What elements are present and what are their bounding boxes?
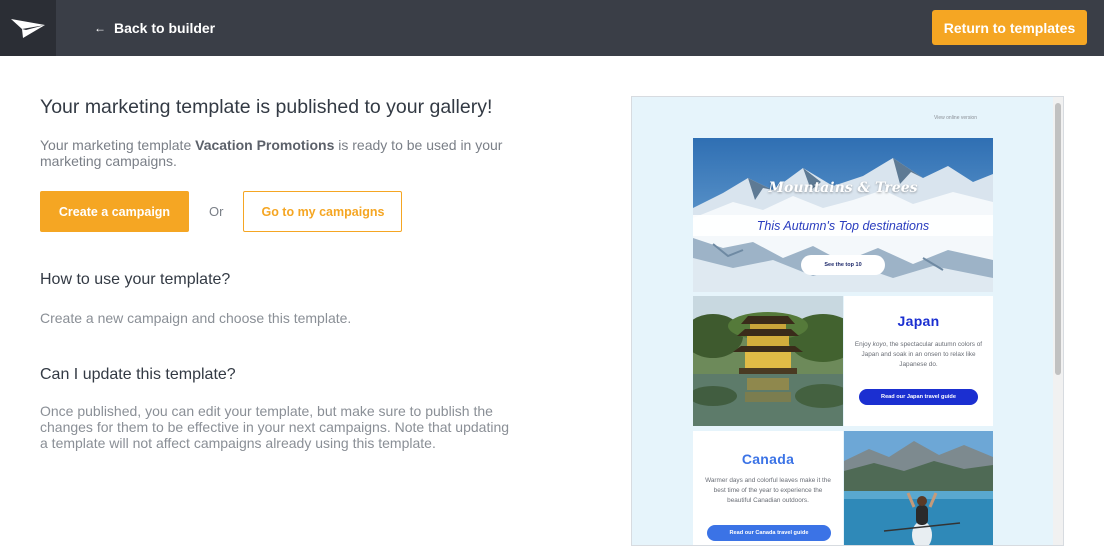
top-bar: ← Back to builder Return to templates [0,0,1104,56]
intro-text: Your marketing template Vacation Promoti… [40,137,510,169]
canada-title: Canada [741,451,795,467]
update-text: Once published, you can edit your templa… [40,403,510,451]
japan-image-card [693,296,843,426]
japan-guide-button[interactable]: Read our Japan travel guide [859,389,978,405]
canada-card: Canada Warmer days and colorful leaves m… [693,431,843,545]
action-row: Create a campaign Or Go to my campaigns [40,191,403,232]
canada-text: Warmer days and colorful leaves make it … [705,477,831,504]
japan-title: Japan [897,313,940,329]
view-online-link[interactable]: View online version [934,115,977,121]
preview-scrollbar[interactable] [1053,97,1063,545]
howto-heading: How to use your template? [40,271,231,288]
back-to-builder-link[interactable]: ← Back to builder [94,0,215,56]
japan-text: Enjoy koyo, the spectacular autumn color… [854,340,983,370]
canada-image-card [844,431,993,545]
return-to-templates-button[interactable]: Return to templates [932,10,1087,45]
hero-subtitle: This Autumn's Top destinations [693,215,993,236]
canada-lake-image [844,431,993,545]
see-top-10-button[interactable]: See the top 10 [801,255,885,275]
japan-text-emphasis: koyo [872,341,887,348]
hero-title: Mountains & Trees [768,180,918,196]
update-heading: Can I update this template? [40,366,236,383]
create-campaign-button[interactable]: Create a campaign [40,191,189,232]
preview-scroll-thumb[interactable] [1055,103,1061,375]
template-name: Vacation Promotions [195,137,335,153]
go-to-campaigns-button[interactable]: Go to my campaigns [243,191,403,232]
hero-banner: Mountains & Trees This Autumn's Top dest… [693,138,993,292]
canada-guide-button[interactable]: Read our Canada travel guide [707,525,831,541]
japan-temple-image [693,296,843,426]
back-to-builder-label: Back to builder [114,20,216,36]
intro-prefix: Your marketing template [40,137,196,153]
arrow-left-icon: ← [94,21,106,35]
paper-plane-logo-icon [11,19,45,38]
template-preview[interactable]: View online version Mountains & Trees Th… [631,96,1064,546]
logo[interactable] [0,0,56,56]
japan-card: Japan Enjoy koyo, the spectacular autumn… [844,296,993,426]
japan-text-before: Enjoy [854,341,873,348]
or-separator: Or [209,204,224,219]
page-title: Your marketing template is published to … [40,96,493,118]
howto-text: Create a new campaign and choose this te… [40,310,352,326]
